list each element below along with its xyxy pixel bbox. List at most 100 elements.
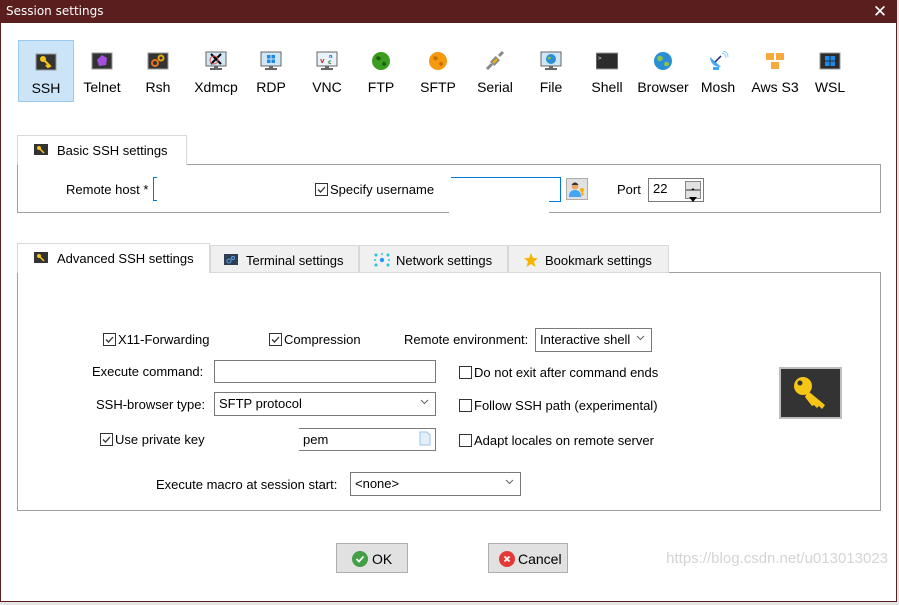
protocol-xdmcp[interactable]: Xdmcp (188, 40, 244, 102)
protocol-label: Shell (591, 79, 623, 95)
protocol-ftp[interactable]: FTP (356, 40, 406, 102)
remote-environment-select[interactable]: Interactive shell (535, 328, 652, 352)
user-credentials-button[interactable] (566, 178, 588, 200)
check-circle-icon (352, 551, 368, 567)
adapt-locales-checkbox[interactable]: Adapt locales on remote server (459, 433, 654, 448)
checkbox-label: X11-Forwarding (118, 332, 210, 347)
protocol-label: Aws S3 (751, 79, 799, 95)
chevron-down-icon (505, 479, 514, 485)
tab-terminal-settings[interactable]: Terminal settings (210, 245, 359, 273)
protocol-label: WSL (814, 79, 846, 95)
protocol-sftp[interactable]: SFTP (411, 40, 465, 102)
protocol-label: File (539, 79, 563, 95)
protocol-rdp[interactable]: RDP (245, 40, 297, 102)
tab-label: Network settings (396, 253, 493, 268)
tab-network-settings[interactable]: Network settings (359, 245, 508, 273)
watermark: https://blog.csdn.net/u013013023 (666, 550, 888, 567)
follow-ssh-path-checkbox[interactable]: Follow SSH path (experimental) (459, 398, 658, 413)
protocol-aws-s3[interactable]: Aws S3 (748, 40, 802, 102)
ftp-globe-icon (372, 52, 390, 70)
browser-globe-icon (654, 52, 672, 70)
select-value: SFTP protocol (219, 396, 302, 411)
username-input-mask (449, 201, 549, 215)
checkbox-box (315, 183, 328, 196)
execute-command-label: Execute command: (92, 364, 204, 379)
use-private-key-checkbox[interactable]: Use private key (100, 432, 205, 447)
rdp-monitor-icon (260, 51, 282, 70)
shell-terminal-icon: > (596, 52, 618, 70)
wsl-windows-icon (819, 52, 841, 70)
x11-forwarding-checkbox[interactable]: X11-Forwarding (103, 332, 210, 347)
file-browse-icon[interactable] (419, 431, 431, 446)
do-not-exit-checkbox[interactable]: Do not exit after command ends (459, 365, 658, 380)
ok-button[interactable]: OK (336, 543, 408, 573)
checkbox-box (459, 399, 472, 412)
protocol-vnc[interactable]: vcn VNC (301, 40, 353, 102)
tab-advanced-ssh-settings[interactable]: Advanced SSH settings (17, 243, 210, 273)
protocol-telnet[interactable]: Telnet (76, 40, 128, 102)
execute-command-input[interactable] (214, 360, 436, 383)
network-nodes-icon (374, 253, 390, 267)
user-key-icon (569, 182, 584, 197)
username-input[interactable] (451, 177, 561, 202)
protocol-mosh[interactable]: Mosh (694, 40, 742, 102)
file-monitor-icon (540, 51, 562, 70)
protocol-label: RDP (256, 79, 286, 95)
button-label: Cancel (518, 551, 562, 567)
protocol-file[interactable]: File (526, 40, 576, 102)
ssh-browser-type-select[interactable]: SFTP protocol (214, 392, 436, 416)
execute-macro-select[interactable]: <none> (350, 472, 521, 496)
serial-plug-icon (485, 51, 505, 71)
title-bar: Session settings ✕ (1, 1, 896, 23)
protocol-label: VNC (312, 79, 342, 95)
chevron-down-icon (420, 399, 429, 405)
protocol-browser[interactable]: Browser (636, 40, 690, 102)
protocol-label: Telnet (83, 79, 121, 95)
port-decrement-button[interactable] (685, 190, 701, 202)
checkbox-box (103, 333, 116, 346)
rsh-gears-icon (147, 52, 169, 70)
telnet-icon (91, 52, 113, 70)
private-key-input[interactable]: pem (299, 428, 436, 451)
compression-checkbox[interactable]: Compression (269, 332, 361, 347)
protocol-label: SFTP (420, 79, 456, 95)
svg-text:v: v (320, 57, 325, 65)
checkbox-label: Adapt locales on remote server (474, 433, 654, 448)
checkbox-label: Use private key (115, 432, 205, 447)
session-settings-dialog: Session settings ✕ SSH Telnet Rsh Xdmcp … (0, 0, 897, 602)
protocol-serial[interactable]: Serial (469, 40, 521, 102)
protocol-rsh[interactable]: Rsh (132, 40, 184, 102)
protocol-label: FTP (367, 79, 395, 95)
x-circle-icon (499, 551, 515, 567)
ssh-key-icon (35, 53, 57, 71)
chevron-down-icon (636, 335, 645, 341)
tab-label: Advanced SSH settings (57, 251, 194, 266)
ssh-key-icon (34, 144, 48, 155)
protocol-ssh[interactable]: SSH (18, 40, 74, 102)
ssh-key-icon (34, 252, 48, 263)
checkbox-label: Do not exit after command ends (474, 365, 659, 380)
tab-basic-ssh-settings[interactable]: Basic SSH settings (17, 135, 187, 165)
protocol-label: Serial (477, 79, 513, 95)
input-value: pem (303, 432, 329, 447)
svg-text:n: n (329, 54, 333, 60)
tab-label: Terminal settings (246, 253, 344, 268)
remote-environment-label: Remote environment: (404, 332, 529, 347)
arrow-down-icon (689, 197, 697, 202)
close-button[interactable]: ✕ (870, 2, 890, 22)
cancel-button[interactable]: Cancel (488, 543, 568, 573)
protocol-wsl[interactable]: WSL (806, 40, 854, 102)
port-increment-button[interactable] (685, 181, 701, 193)
protocol-shell[interactable]: > Shell (581, 40, 633, 102)
checkbox-box (100, 433, 113, 446)
checkbox-box (459, 434, 472, 447)
ssh-browser-type-label: SSH-browser type: (96, 397, 206, 412)
svg-text:>: > (598, 55, 602, 62)
specify-username-checkbox[interactable]: Specify username (315, 182, 434, 197)
remote-host-input[interactable] (153, 177, 157, 201)
protocol-label: SSH (31, 80, 61, 96)
tab-bookmark-settings[interactable]: Bookmark settings (508, 245, 669, 273)
window-title: Session settings (6, 4, 104, 18)
port-label: Port (617, 182, 641, 197)
sftp-globe-icon (429, 52, 447, 70)
